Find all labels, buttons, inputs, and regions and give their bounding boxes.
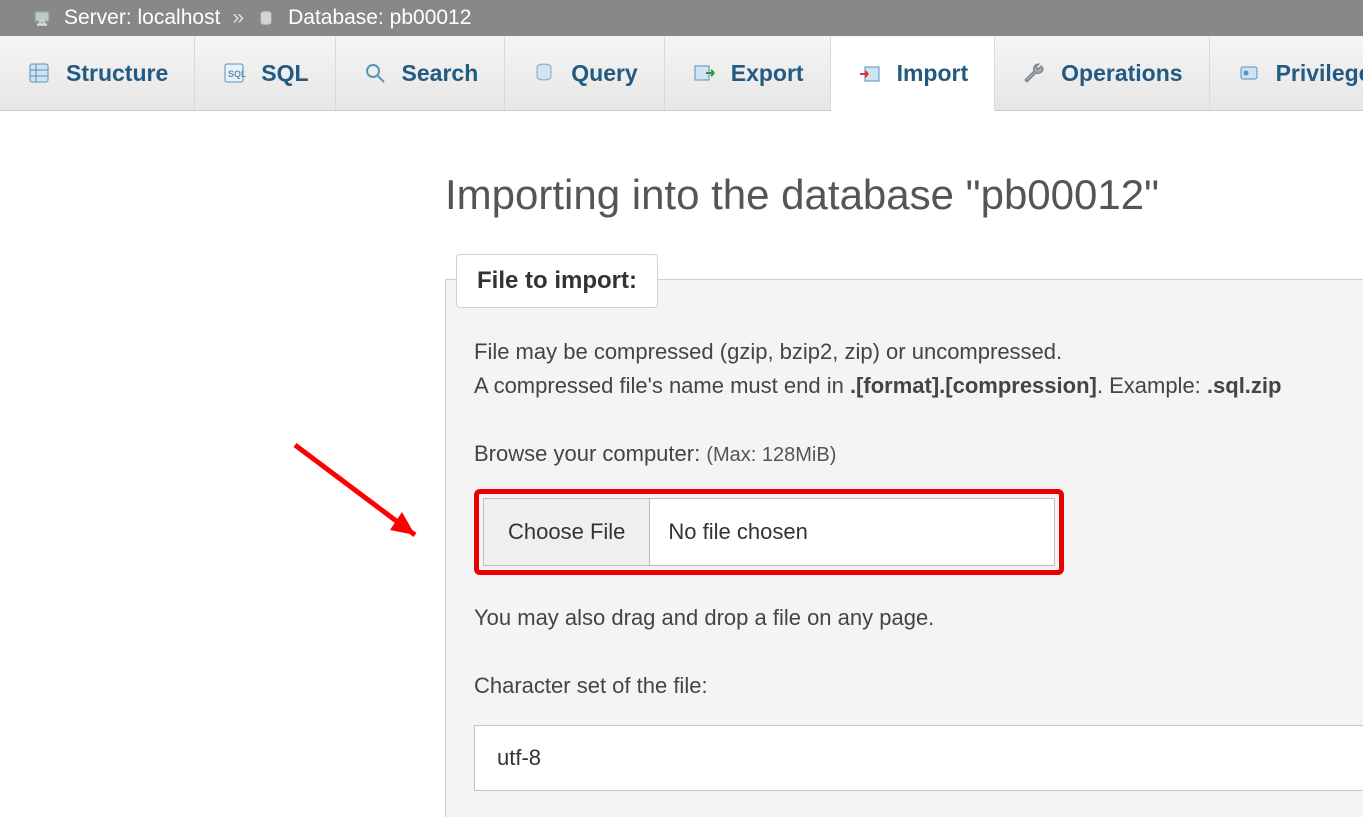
- tab-label: Export: [731, 60, 804, 87]
- tab-label: Import: [897, 60, 969, 87]
- structure-icon: [26, 60, 52, 86]
- tabstrip: Structure SQL SQL Search Query Export Im…: [0, 36, 1363, 111]
- svg-text:SQL: SQL: [228, 69, 246, 79]
- filename-note-prefix: A compressed file's name must end in: [474, 373, 850, 398]
- database-icon: [256, 8, 276, 28]
- file-input-highlight-box: Choose File No file chosen: [474, 489, 1064, 575]
- server-icon: [32, 8, 52, 28]
- breadcrumb-database-link[interactable]: Database: pb00012: [288, 6, 471, 30]
- filename-note-bold: .[format].[compression]: [850, 373, 1097, 398]
- page-title: Importing into the database "pb00012": [445, 171, 1363, 219]
- tab-sql[interactable]: SQL SQL: [195, 36, 335, 110]
- wrench-icon: [1021, 60, 1047, 86]
- fieldset-legend: File to import:: [456, 254, 658, 308]
- charset-label: Character set of the file:: [474, 669, 1346, 703]
- file-chosen-status: No file chosen: [650, 499, 807, 565]
- privileges-icon: [1236, 60, 1262, 86]
- tab-label: Privilege: [1276, 60, 1363, 87]
- breadcrumb-server-link[interactable]: Server: localhost: [64, 6, 220, 30]
- export-icon: [691, 60, 717, 86]
- tab-import[interactable]: Import: [831, 37, 996, 111]
- main-content: Importing into the database "pb00012" Fi…: [0, 111, 1363, 817]
- search-icon: [362, 60, 388, 86]
- browse-label-line: Browse your computer: (Max: 128MiB): [474, 437, 1346, 471]
- filename-format-note: A compressed file's name must end in .[f…: [474, 369, 1346, 403]
- file-to-import-fieldset: File to import: File may be compressed (…: [445, 279, 1363, 817]
- compress-note: File may be compressed (gzip, bzip2, zip…: [474, 335, 1346, 369]
- tab-search[interactable]: Search: [336, 36, 506, 110]
- tab-structure[interactable]: Structure: [0, 36, 195, 110]
- tab-label: Query: [571, 60, 637, 87]
- file-input-row: Choose File No file chosen: [483, 498, 1055, 566]
- tab-query[interactable]: Query: [505, 36, 664, 110]
- tab-label: Structure: [66, 60, 168, 87]
- drag-drop-note: You may also drag and drop a file on any…: [474, 601, 1346, 635]
- filename-note-example: .sql.zip: [1207, 373, 1282, 398]
- breadcrumb: Server: localhost » Database: pb00012: [0, 0, 1363, 36]
- browse-max-hint: (Max: 128MiB): [706, 444, 836, 466]
- tab-label: Search: [402, 60, 479, 87]
- choose-file-button[interactable]: Choose File: [484, 499, 650, 565]
- charset-select[interactable]: utf-8: [474, 725, 1363, 791]
- tab-privileges[interactable]: Privilege: [1210, 36, 1363, 110]
- tab-export[interactable]: Export: [665, 36, 831, 110]
- import-icon: [857, 61, 883, 87]
- sql-icon: SQL: [221, 60, 247, 86]
- filename-note-mid: . Example:: [1097, 373, 1207, 398]
- browse-label: Browse your computer:: [474, 441, 700, 466]
- breadcrumb-separator: »: [232, 6, 244, 30]
- tab-label: SQL: [261, 60, 308, 87]
- query-icon: [531, 60, 557, 86]
- tab-label: Operations: [1061, 60, 1182, 87]
- charset-value: utf-8: [497, 745, 541, 771]
- tab-operations[interactable]: Operations: [995, 36, 1209, 110]
